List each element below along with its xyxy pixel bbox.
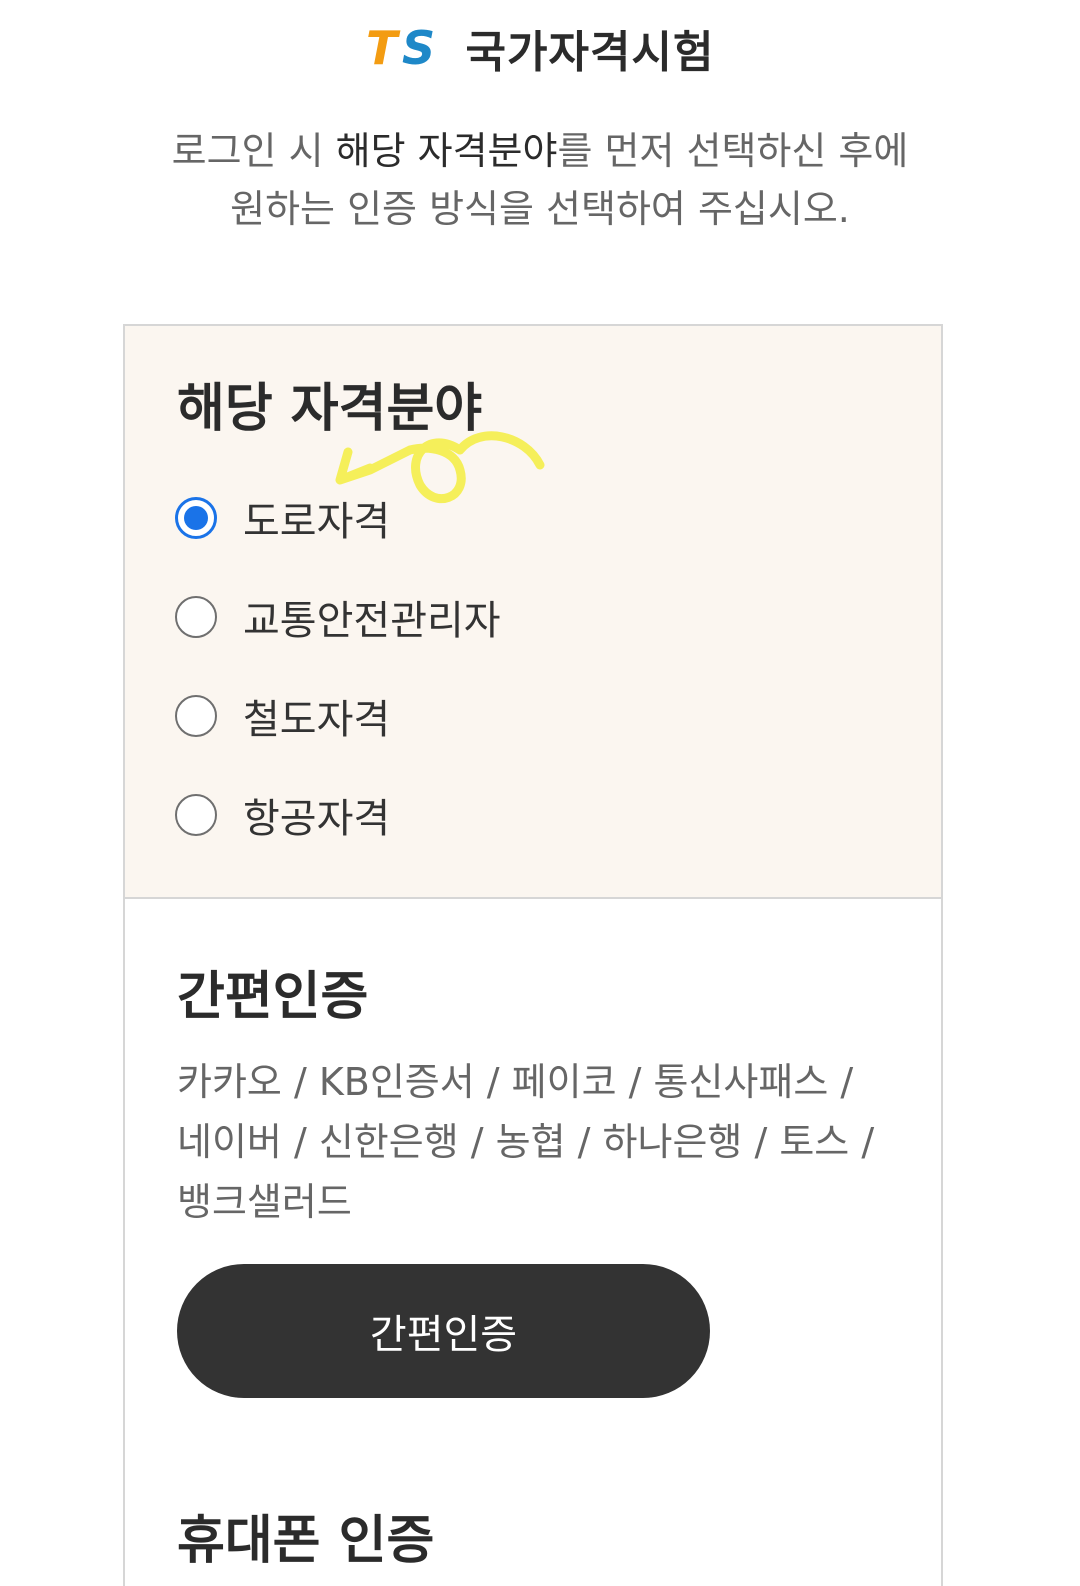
radio-button-railway[interactable] <box>175 695 217 737</box>
radio-option-railway[interactable]: 철도자격 <box>175 686 390 746</box>
radio-option-traffic-safety-manager[interactable]: 교통안전관리자 <box>175 587 501 647</box>
simple-auth-providers: 카카오 / KB인증서 / 페이코 / 통신사패스 / 네이버 / 신한은행 /… <box>177 1060 875 1224</box>
radio-option-aviation[interactable]: 항공자격 <box>175 785 390 845</box>
radio-label-aviation: 항공자격 <box>243 796 391 842</box>
ts-logo: T S <box>366 26 435 70</box>
auth-card: 해당 자격분야 도로자격 교통안전관리자 철도자격 항공자격 간편인증 카카오 … <box>123 324 943 1586</box>
qualification-field-section: 해당 자격분야 도로자격 교통안전관리자 철도자격 항공자격 <box>125 326 941 899</box>
header: T S 국가자격시험 <box>0 18 1080 78</box>
instruction-emphasis: 해당 자격분야 <box>335 129 558 173</box>
radio-label-road: 도로자격 <box>243 499 391 545</box>
login-page: T S 국가자격시험 로그인 시 해당 자격분야를 먼저 선택하신 후에 원하는… <box>0 0 1080 1586</box>
radio-button-aviation[interactable] <box>175 794 217 836</box>
simple-auth-title: 간편인증 <box>177 967 369 1027</box>
radio-label-traffic-safety-manager: 교통안전관리자 <box>243 598 501 644</box>
radio-label-railway: 철도자격 <box>243 697 391 743</box>
login-instructions: 로그인 시 해당 자격분야를 먼저 선택하신 후에 원하는 인증 방식을 선택하… <box>0 122 1080 238</box>
svg-text:T: T <box>366 26 401 70</box>
instruction-prefix: 로그인 시 <box>171 129 336 173</box>
brand-title: 국가자격시험 <box>465 27 715 78</box>
instruction-line-2: 원하는 인증 방식을 선택하여 주십시오. <box>230 187 850 231</box>
radio-button-road[interactable] <box>175 497 217 539</box>
svg-text:S: S <box>402 26 435 70</box>
field-section-title: 해당 자격분야 <box>177 379 483 439</box>
radio-button-traffic-safety-manager[interactable] <box>175 596 217 638</box>
instruction-suffix: 를 먼저 선택하신 후에 <box>557 129 909 173</box>
radio-option-road[interactable]: 도로자격 <box>175 488 390 548</box>
instruction-line-1: 로그인 시 해당 자격분야를 먼저 선택하신 후에 <box>0 122 1080 180</box>
simple-auth-button[interactable]: 간편인증 <box>177 1264 710 1398</box>
phone-auth-title: 휴대폰 인증 <box>177 1511 435 1571</box>
